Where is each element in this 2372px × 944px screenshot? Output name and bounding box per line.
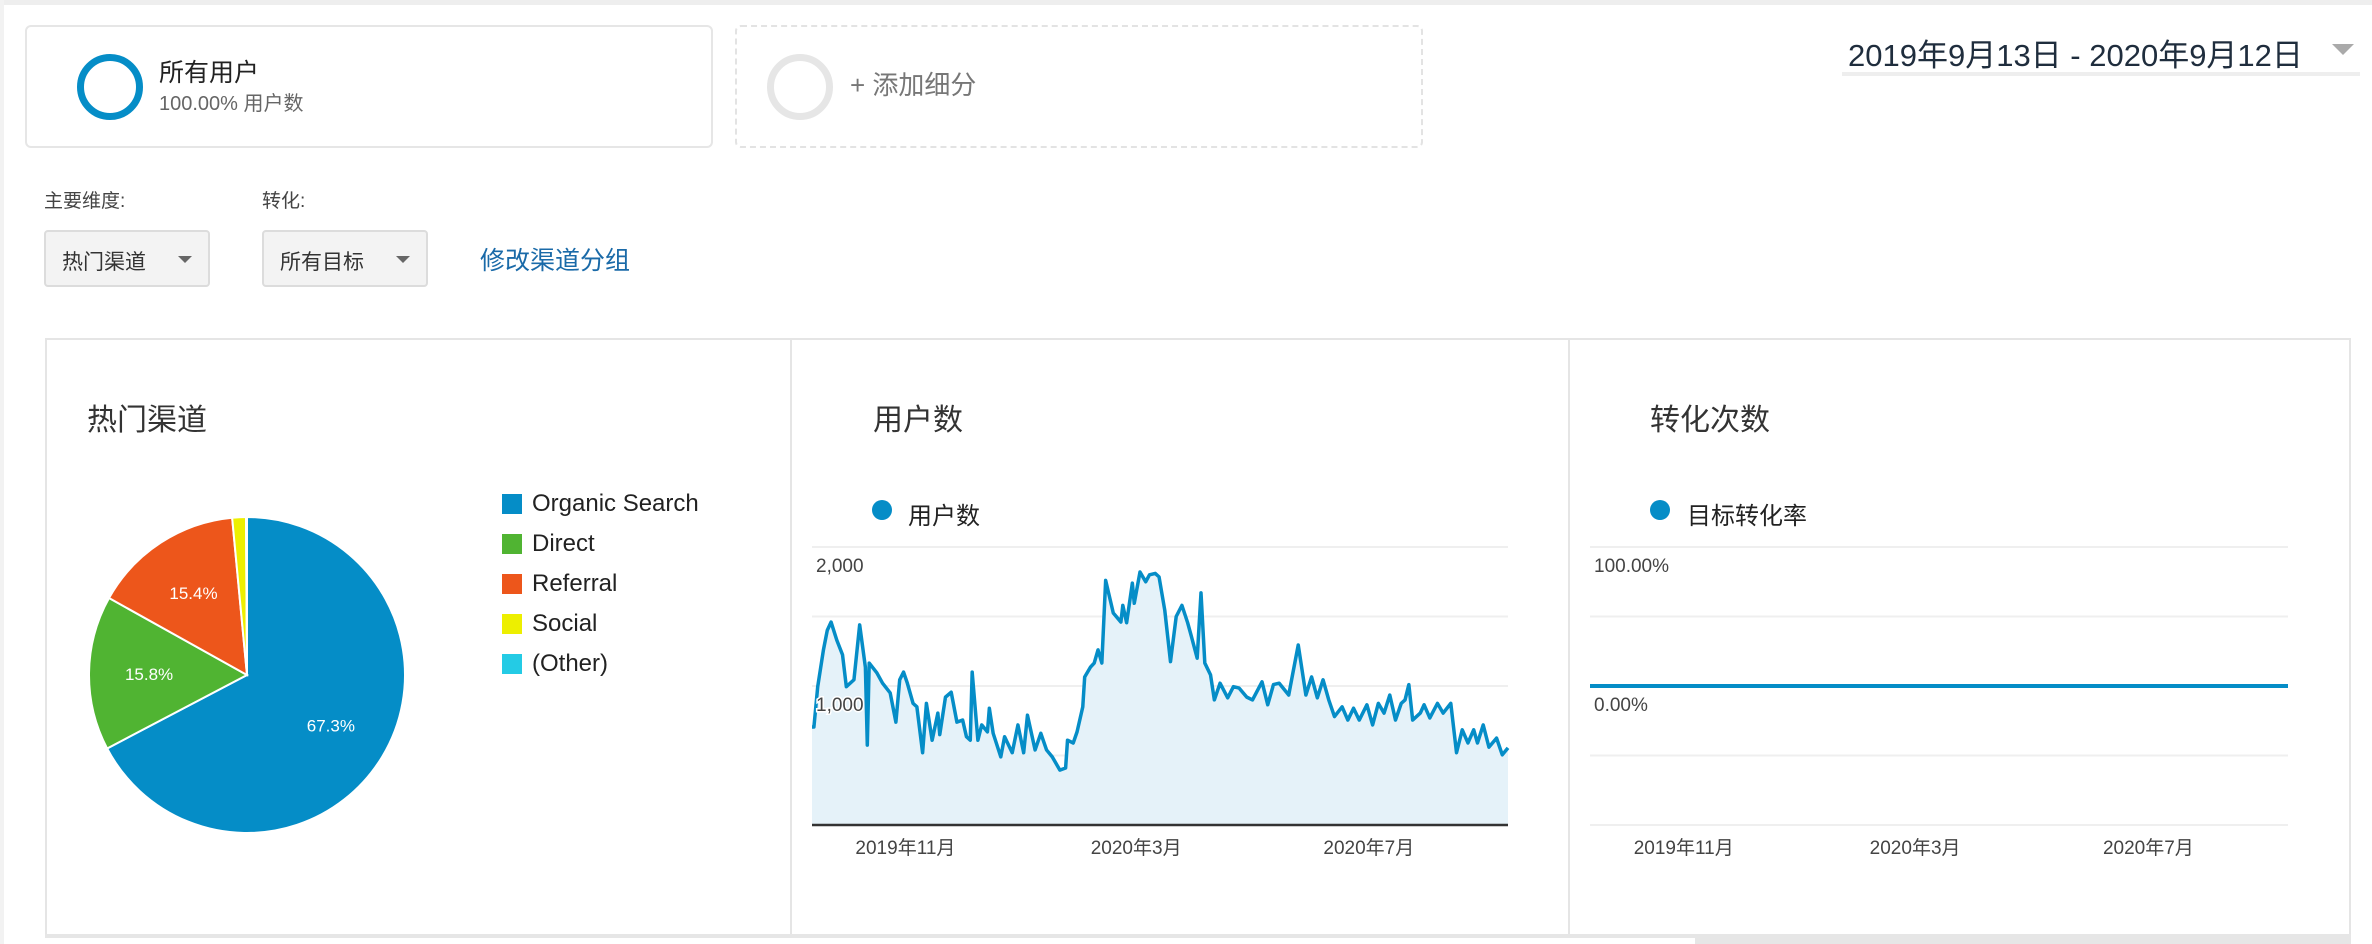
y-tick-label: 100.00% <box>1594 556 1669 577</box>
conversion-value: 所有目标 <box>280 251 364 274</box>
caret-down-icon <box>396 256 410 263</box>
conversions-legend-dot-icon <box>1650 500 1670 520</box>
users-legend-label[interactable]: 用户数 <box>908 496 980 531</box>
legend-label: Direct <box>532 530 595 557</box>
pie-label: 15.4% <box>169 584 217 603</box>
legend-swatch <box>502 494 522 514</box>
pie-label: 67.3% <box>307 717 355 736</box>
legend-swatch <box>502 534 522 554</box>
x-tick-label: 2020年7月 <box>2103 837 2194 859</box>
legend-swatch <box>502 574 522 594</box>
primary-dimension-dropdown[interactable]: 热门渠道 <box>44 230 210 287</box>
pie-slice-other[interactable] <box>245 515 248 676</box>
segment-ring-icon <box>77 54 143 120</box>
primary-dimension-label: 主要维度: <box>44 191 126 212</box>
x-tick-label: 2019年11月 <box>1634 837 1734 859</box>
legend-label: Referral <box>532 570 618 597</box>
pie-label: 15.8% <box>125 665 173 684</box>
users-legend-dot-icon <box>872 500 892 520</box>
x-tick-label: 2020年3月 <box>1091 837 1182 859</box>
date-range-label: 2019年9月13日 - 2020年9月12日 <box>1848 38 2303 73</box>
y-tick-label: 1,000 <box>816 695 864 716</box>
legend-label: Social <box>532 610 598 637</box>
legend-item[interactable]: Organic Search <box>502 484 699 524</box>
add-segment-label: + 添加细分 <box>850 70 977 100</box>
caret-down-icon <box>2332 44 2354 55</box>
add-segment-button[interactable]: + 添加细分 <box>735 25 1423 148</box>
left-border <box>0 0 4 944</box>
caret-down-icon <box>178 256 192 263</box>
segment-all-users[interactable]: 所有用户 100.00% 用户数 <box>25 25 713 148</box>
primary-dimension-value: 热门渠道 <box>62 251 146 274</box>
x-tick-label: 2020年7月 <box>1323 837 1414 859</box>
empty-segment-ring-icon <box>767 54 833 120</box>
conversions-line-chart: 100.00% 0.00% 2019年11月 2020年3月 2020年7月 <box>1590 546 2288 859</box>
y-tick-label: 2,000 <box>816 556 864 577</box>
legend-swatch <box>502 614 522 634</box>
legend-label: Organic Search <box>532 490 699 517</box>
date-range-picker[interactable]: 2019年9月13日 - 2020年9月12日 <box>1842 26 2360 76</box>
conversion-label: 转化: <box>262 191 306 212</box>
segment-subtitle: 100.00% 用户数 <box>159 93 304 115</box>
users-title: 用户数 <box>873 404 963 437</box>
legend-item[interactable]: Social <box>502 604 699 644</box>
legend-swatch <box>502 654 522 674</box>
legend-item[interactable]: Direct <box>502 524 699 564</box>
bottom-tab <box>45 938 1695 944</box>
x-tick-label: 2019年11月 <box>855 837 955 859</box>
conversion-dropdown[interactable]: 所有目标 <box>262 230 428 287</box>
legend-item[interactable]: Referral <box>502 564 699 604</box>
conversions-title: 转化次数 <box>1650 404 1770 437</box>
channels-title: 热门渠道 <box>87 404 207 437</box>
y-tick-label: 0.00% <box>1594 695 1648 716</box>
channels-legend: Organic Search Direct Referral Social (Other… <box>502 484 699 684</box>
legend-label: (Other) <box>532 650 609 677</box>
edit-channel-grouping-link[interactable]: 修改渠道分组 <box>480 241 630 277</box>
conversions-legend-label[interactable]: 目标转化率 <box>1687 496 1807 531</box>
legend-item[interactable]: (Other) <box>502 644 699 684</box>
users-line-chart: 2,000 1,000 2019年11月 2020年3月 2020年7月 <box>812 546 1510 859</box>
segment-title: 所有用户 <box>159 59 260 87</box>
top-border <box>0 0 2372 5</box>
x-tick-label: 2020年3月 <box>1870 837 1961 859</box>
